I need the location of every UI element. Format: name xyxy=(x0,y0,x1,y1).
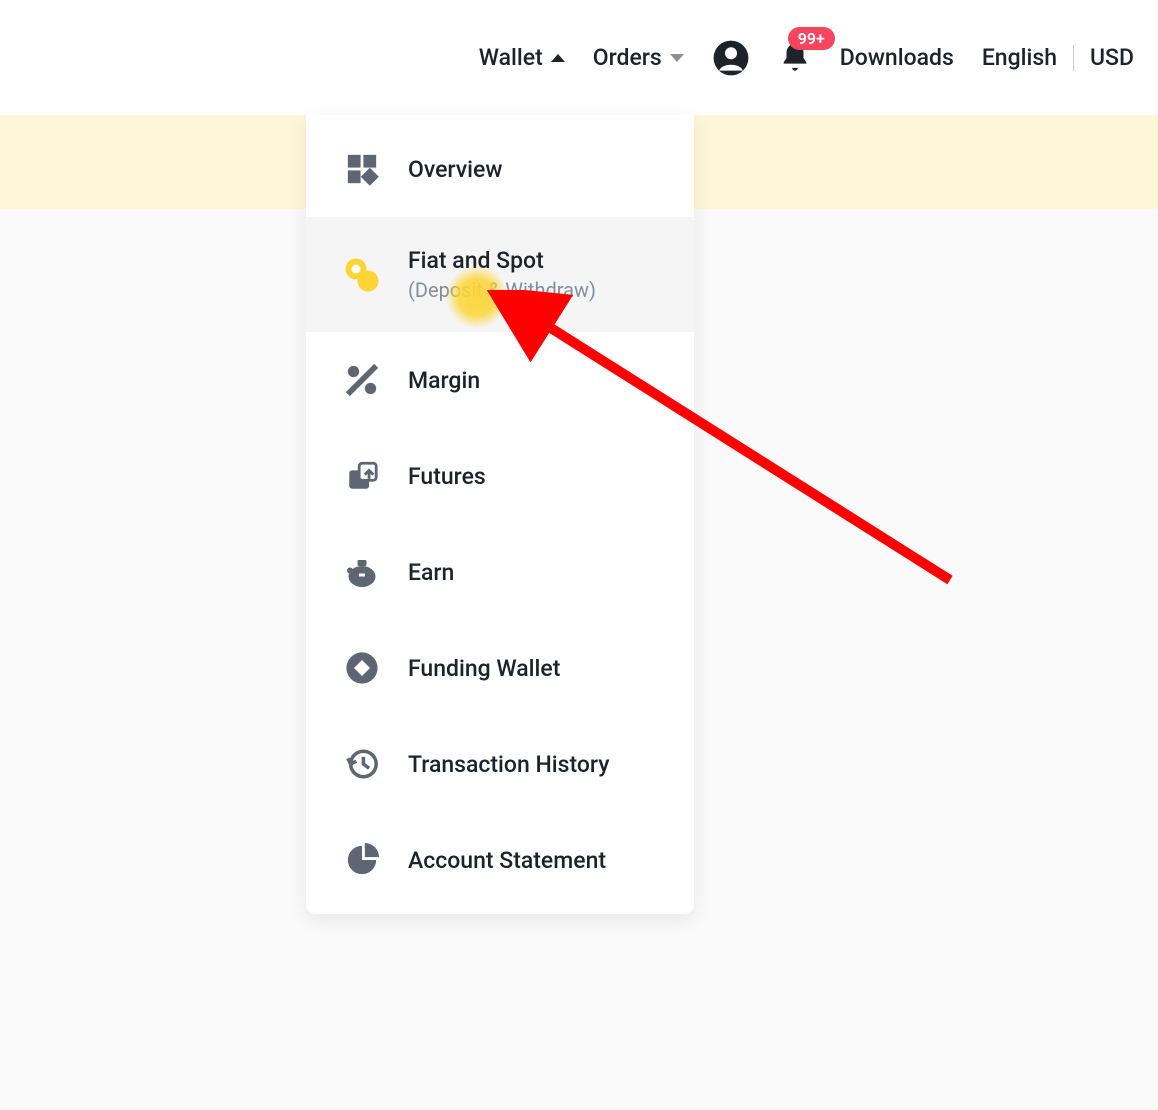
fiat-spot-icon xyxy=(344,257,380,293)
funding-wallet-icon xyxy=(344,650,380,686)
transaction-history-icon xyxy=(344,746,380,782)
dropdown-item-label: Earn xyxy=(408,559,454,586)
top-navigation: Wallet Orders 99+ Downloads English USD xyxy=(0,0,1158,115)
margin-icon xyxy=(344,362,380,398)
language-currency-switcher[interactable]: English USD xyxy=(982,44,1134,71)
dropdown-item-funding-wallet[interactable]: Funding Wallet xyxy=(306,620,694,716)
dropdown-item-label: Transaction History xyxy=(408,751,610,778)
dropdown-item-futures[interactable]: Futures xyxy=(306,428,694,524)
downloads-link[interactable]: Downloads xyxy=(840,44,954,71)
account-statement-icon xyxy=(344,842,380,878)
dropdown-item-transaction-history[interactable]: Transaction History xyxy=(306,716,694,812)
dropdown-item-earn[interactable]: Earn xyxy=(306,524,694,620)
wallet-label: Wallet xyxy=(479,44,543,71)
dropdown-item-label: Overview xyxy=(408,156,502,183)
language-label[interactable]: English xyxy=(982,44,1057,71)
orders-label: Orders xyxy=(593,44,662,71)
dropdown-item-label: Margin xyxy=(408,367,480,394)
dropdown-item-fiat-spot[interactable]: Fiat and Spot (Deposit & Withdraw) xyxy=(306,217,694,332)
notification-badge: 99+ xyxy=(788,27,835,50)
dropdown-item-label: Fiat and Spot xyxy=(408,247,596,274)
earn-icon xyxy=(344,554,380,590)
account-icon[interactable] xyxy=(712,39,750,77)
dropdown-item-label: Account Statement xyxy=(408,847,606,874)
wallet-dropdown: Overview Fiat and Spot (Deposit & Withdr… xyxy=(306,115,694,914)
dropdown-item-label: Futures xyxy=(408,463,486,490)
caret-down-icon xyxy=(670,54,684,62)
notifications-button[interactable]: 99+ xyxy=(778,41,812,75)
dropdown-item-account-statement[interactable]: Account Statement xyxy=(306,812,694,908)
overview-icon xyxy=(344,151,380,187)
dropdown-item-sublabel: (Deposit & Withdraw) xyxy=(408,278,596,302)
futures-icon xyxy=(344,458,380,494)
downloads-label: Downloads xyxy=(840,44,954,71)
orders-menu-trigger[interactable]: Orders xyxy=(593,44,684,71)
dropdown-item-overview[interactable]: Overview xyxy=(306,121,694,217)
dropdown-item-label: Funding Wallet xyxy=(408,655,560,682)
dropdown-item-margin[interactable]: Margin xyxy=(306,332,694,428)
divider xyxy=(1073,45,1074,71)
caret-up-icon xyxy=(551,54,565,62)
wallet-menu-trigger[interactable]: Wallet xyxy=(479,44,565,71)
currency-label[interactable]: USD xyxy=(1090,44,1134,71)
